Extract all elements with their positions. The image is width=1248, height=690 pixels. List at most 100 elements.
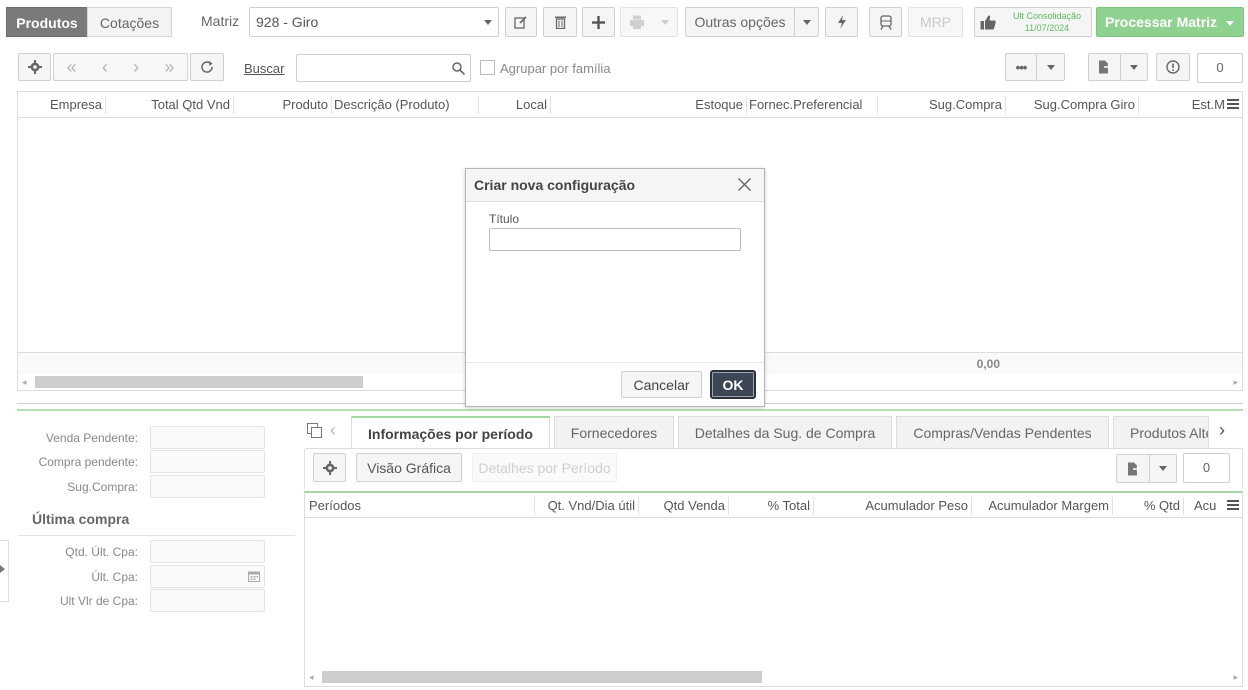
export-button[interactable] (1088, 53, 1121, 81)
tab-produtos-alternativos[interactable]: Produtos Alte (1113, 416, 1209, 448)
outras-opcoes-dropdown[interactable] (794, 7, 819, 37)
detalhes-periodo-button[interactable]: Detalhes por Período (472, 453, 617, 482)
col-percent-total[interactable]: % Total (731, 493, 810, 518)
train-button[interactable] (869, 7, 902, 37)
chevron-down-icon[interactable] (1226, 21, 1234, 26)
matriz-select-value: 928 - Giro (256, 14, 319, 30)
column-menu-icon[interactable] (1227, 500, 1239, 510)
add-button[interactable] (582, 7, 615, 37)
col-local[interactable]: Local (481, 92, 547, 118)
dialog-title: Criar nova configuração (474, 177, 636, 193)
cancel-button[interactable]: Cancelar (621, 371, 702, 398)
scroll-left-icon[interactable]: ◂ (309, 672, 314, 683)
alert-button[interactable] (1156, 53, 1190, 81)
ok-button[interactable]: OK (710, 370, 756, 399)
scrollbar-thumb[interactable] (322, 671, 762, 683)
col-acumulador-margem[interactable]: Acumulador Margem (974, 493, 1109, 518)
col-produto[interactable]: Produto (236, 92, 328, 118)
processar-matriz-button[interactable]: Processar Matriz (1096, 7, 1244, 37)
tabs-next-icon[interactable]: › (1219, 420, 1225, 441)
tab-cotacoes[interactable]: Cotações (87, 7, 172, 37)
col-fornec-preferencial[interactable]: Fornec.Preferencial (749, 92, 876, 118)
next-page-icon[interactable]: › (133, 57, 139, 78)
refresh-button[interactable] (190, 53, 224, 81)
settings-button[interactable] (18, 53, 51, 81)
sug-compra-field (150, 475, 265, 498)
col-total-qtd-vnd[interactable]: Total Qtd Vnd (108, 92, 230, 118)
qtd-ult-cpa-field (150, 540, 265, 563)
tab-produtos[interactable]: Produtos (6, 7, 88, 37)
tab-detalhes-sug-compra[interactable]: Detalhes da Sug. de Compra (678, 416, 892, 448)
tab-fornecedores[interactable]: Fornecedores (554, 416, 674, 448)
export-dropdown[interactable] (1120, 53, 1148, 81)
scroll-left-icon[interactable]: ◂ (22, 377, 27, 388)
bottom-count: 0 (1183, 453, 1230, 483)
bottom-export-button[interactable] (1116, 454, 1150, 483)
venda-pendente-label: Venda Pendente: (45, 431, 138, 445)
buscar-link[interactable]: Buscar (244, 61, 284, 76)
detalhes-periodo-label: Detalhes por Período (478, 459, 611, 476)
outras-opcoes-label: Outras opções (694, 14, 786, 30)
bottom-horizontal-scrollbar[interactable]: ◂ ▸ (305, 669, 1242, 685)
titulo-label: Título (489, 212, 520, 226)
col-qtd-venda[interactable]: Qtd Venda (641, 493, 725, 518)
last-page-icon[interactable]: » (164, 57, 174, 78)
delete-button[interactable] (543, 7, 577, 37)
ult-vlr-cpa-label: Ult Vlr de Cpa: (59, 594, 138, 608)
col-estoque[interactable]: Estoque (553, 92, 743, 118)
col-qt-vnd-dia-util[interactable]: Qt. Vnd/Dia útil (537, 493, 635, 518)
chevron-down-icon (802, 19, 811, 25)
visao-grafica-button[interactable]: Visão Gráfica (356, 453, 462, 482)
column-menu-icon[interactable] (1227, 99, 1239, 109)
col-sug-compra[interactable]: Sug.Compra (880, 92, 1002, 118)
first-page-icon[interactable]: « (67, 57, 77, 78)
mrp-button[interactable]: MRP (908, 7, 963, 37)
col-est-m[interactable]: Est.M (1141, 92, 1225, 118)
chevron-down-icon (1159, 466, 1167, 471)
calendar-icon[interactable] (248, 571, 260, 582)
side-toggle[interactable] (0, 540, 9, 602)
tab-informacoes-periodo[interactable]: Informações por período (351, 416, 550, 448)
col-sug-compra-giro[interactable]: Sug.Compra Giro (1008, 92, 1135, 118)
edit-button[interactable] (505, 7, 537, 37)
bottom-export-dropdown[interactable] (1149, 454, 1177, 483)
matriz-select[interactable]: 928 - Giro (249, 7, 499, 37)
sug-compra-label: Sug.Compra: (67, 480, 138, 494)
bottom-grid: Períodos Qt. Vnd/Dia útil Qtd Venda % To… (304, 491, 1243, 687)
compra-pendente-label: Compra pendente: (38, 455, 138, 469)
scrollbar-thumb[interactable] (35, 376, 363, 388)
chevron-down-icon (1046, 64, 1055, 70)
more-options-dropdown[interactable] (1036, 53, 1065, 81)
col-descricao[interactable]: Descrição (Produto) (334, 92, 460, 118)
processar-matriz-label: Processar Matriz (1105, 14, 1218, 30)
gear-icon (322, 460, 337, 475)
col-periodos[interactable]: Períodos (309, 493, 509, 518)
more-options-button[interactable]: ••• (1005, 53, 1037, 81)
scroll-right-icon[interactable]: ▸ (1233, 672, 1238, 683)
agrupar-checkbox[interactable] (480, 60, 495, 75)
refresh-icon (201, 61, 213, 73)
cancel-label: Cancelar (633, 376, 690, 393)
bottom-settings-button[interactable] (313, 453, 346, 482)
dialog-header: Criar nova configuração (466, 169, 764, 202)
ult-cpa-label: Últ. Cpa: (91, 570, 138, 584)
scroll-right-icon[interactable]: ▸ (1233, 377, 1238, 388)
lightning-button[interactable] (825, 7, 858, 37)
col-acumulador-peso[interactable]: Acumulador Peso (816, 493, 968, 518)
matriz-label: Matriz (201, 13, 240, 29)
gear-icon (27, 60, 42, 74)
search-input[interactable] (296, 54, 471, 82)
agrupar-label: Agrupar por família (500, 61, 611, 76)
print-button[interactable] (620, 7, 678, 37)
outras-opcoes-button[interactable]: Outras opções (685, 7, 795, 37)
consolidacao-button[interactable]: Ult Consolidação 11/07/2024 (974, 7, 1092, 37)
titulo-input[interactable] (489, 228, 741, 251)
col-empresa[interactable]: Empresa (18, 92, 102, 118)
tab-compras-vendas-pendentes[interactable]: Compras/Vendas Pendentes (896, 416, 1109, 448)
col-acu[interactable]: Acu (1186, 493, 1224, 518)
copy-icon[interactable] (307, 423, 322, 438)
close-icon[interactable] (738, 178, 751, 191)
tabs-prev-icon[interactable]: ‹ (330, 420, 336, 441)
col-percent-qtd[interactable]: % Qtd (1115, 493, 1180, 518)
prev-page-icon[interactable]: ‹ (102, 57, 108, 78)
